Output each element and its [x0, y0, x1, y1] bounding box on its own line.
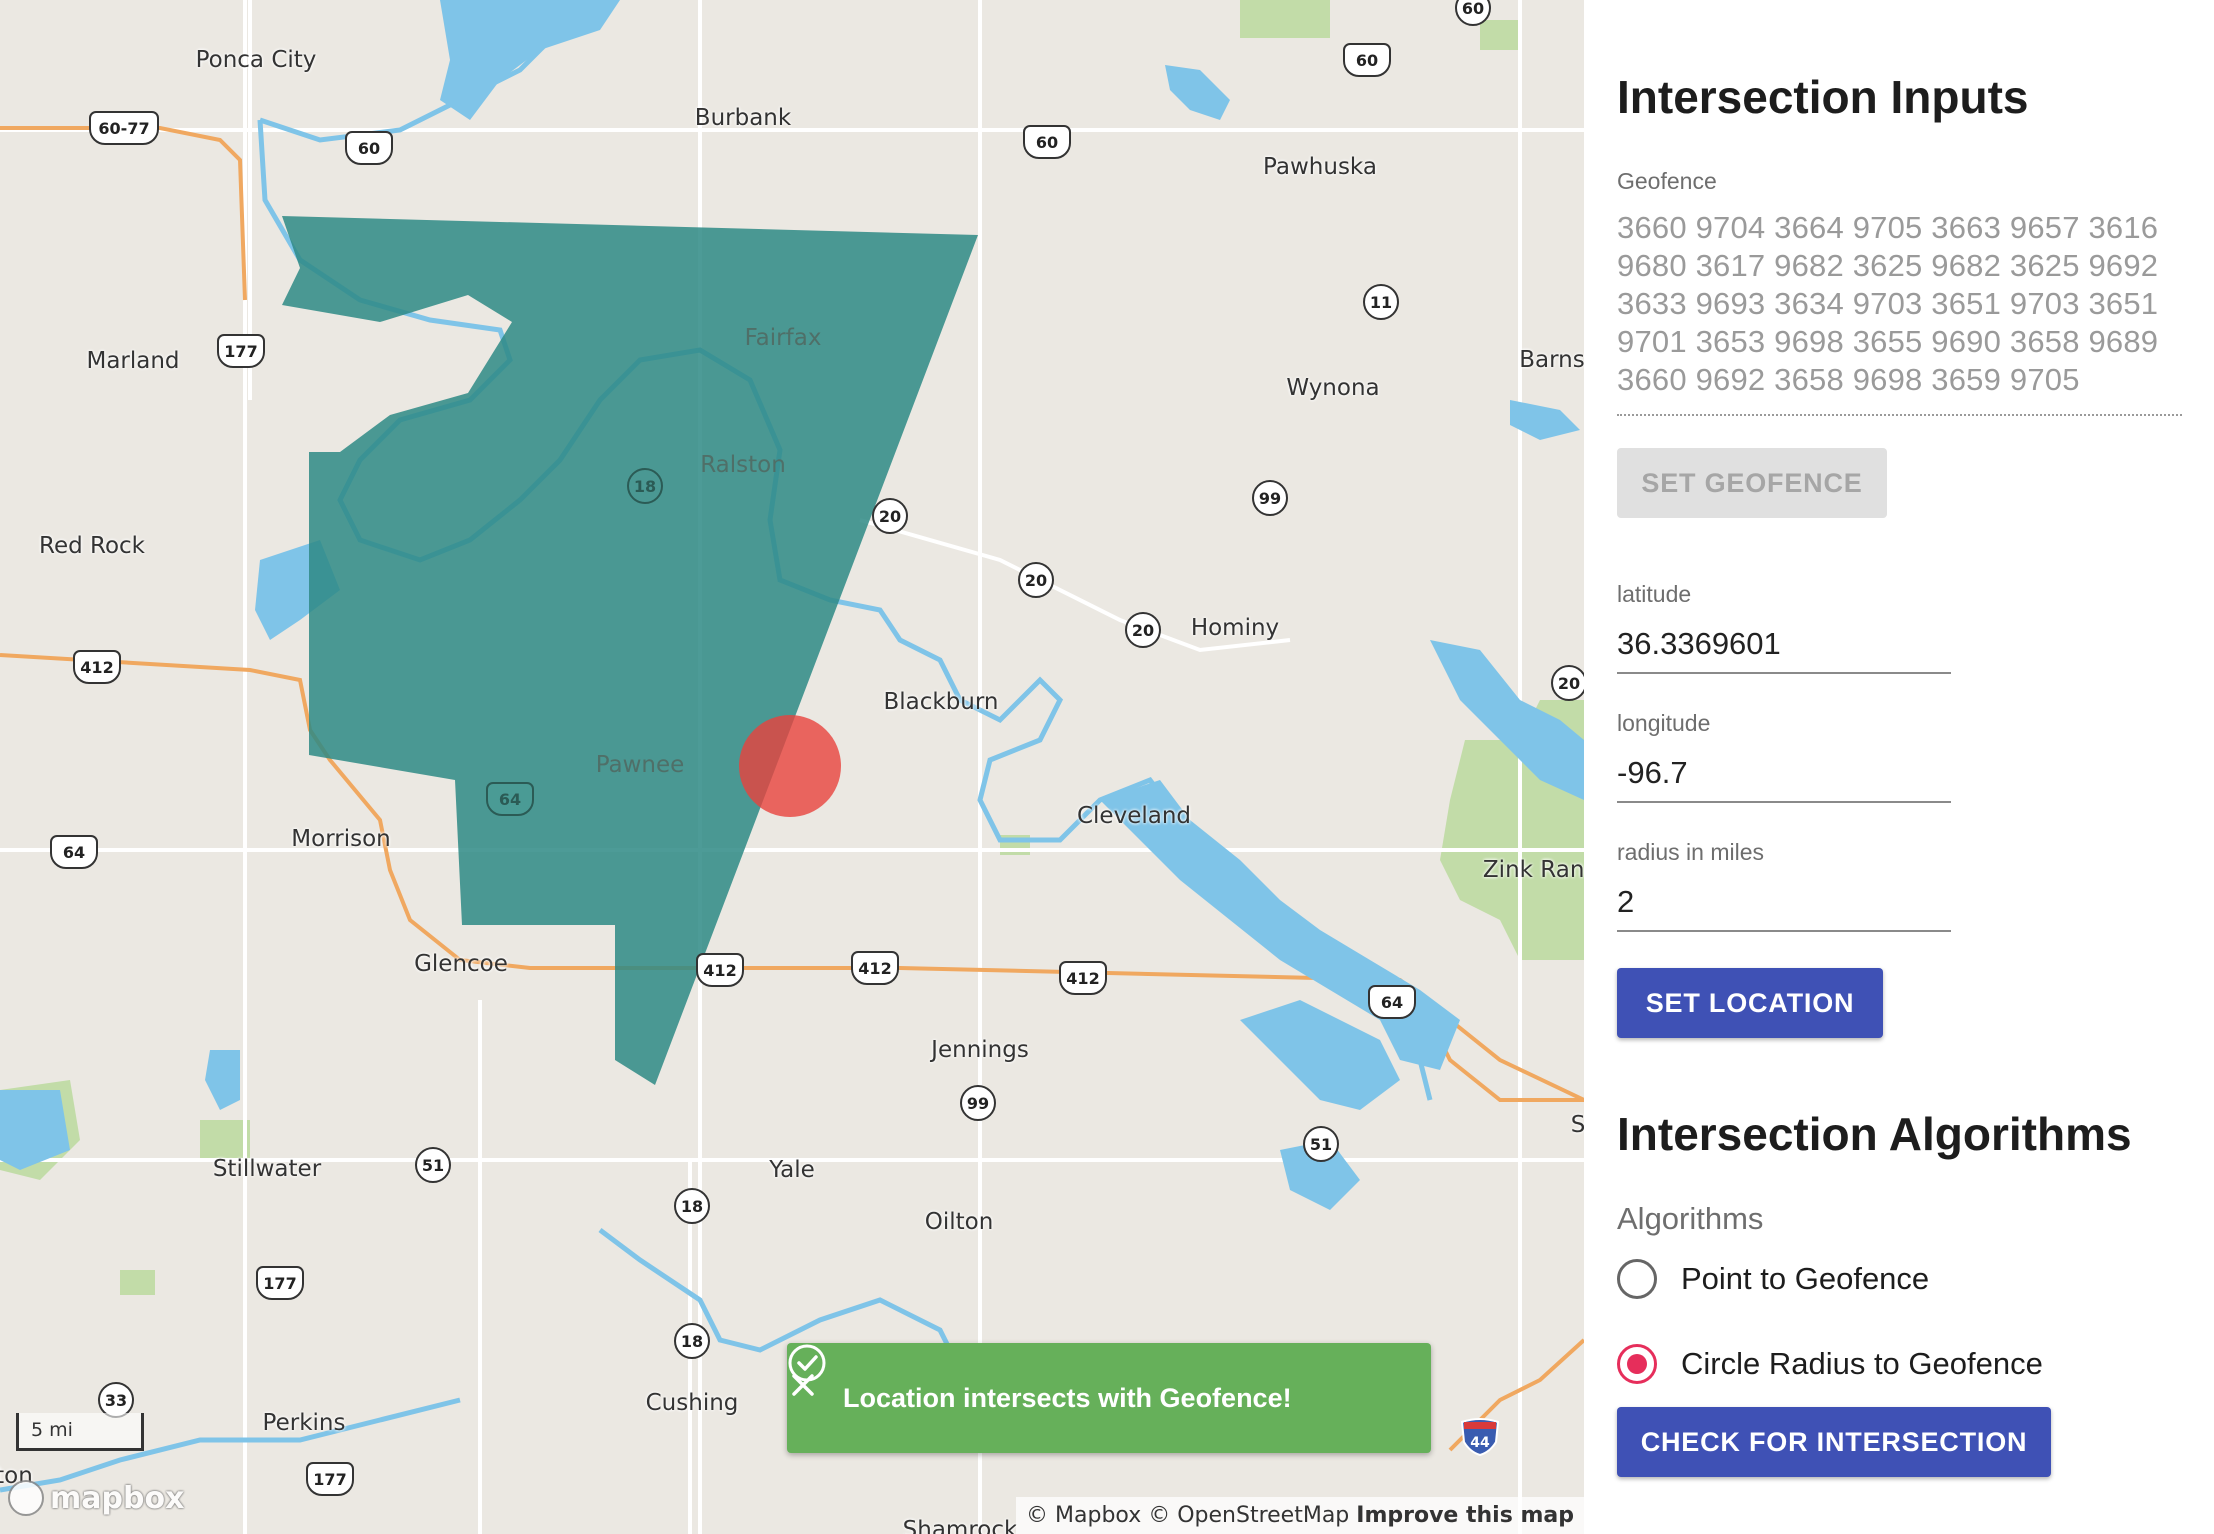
- place-label: Ralston: [700, 452, 786, 478]
- geofence-textarea[interactable]: 3660 9704 3664 9705 3663 9657 3616 9680 …: [1617, 209, 2182, 399]
- geofence-line: 9701 3653 9698 3655 9690 3658 9689: [1617, 324, 2159, 359]
- improve-map-link[interactable]: Improve this map: [1356, 1503, 1574, 1528]
- map[interactable]: Ponca City Burbank Pawhuska Marland Fair…: [0, 0, 1584, 1534]
- place-label: Jennings: [931, 1037, 1029, 1063]
- place-label: Glencoe: [414, 951, 508, 977]
- route-shield: 60: [1023, 125, 1071, 159]
- place-label: Marland: [86, 348, 180, 374]
- radio-label: Point to Geofence: [1681, 1261, 1930, 1296]
- latitude-field[interactable]: [1617, 626, 1951, 674]
- route-shield: 412: [851, 951, 899, 985]
- route-shield: 18: [627, 468, 663, 504]
- route-shield: 51: [1303, 1126, 1339, 1162]
- radio-circle-radius-to-geofence[interactable]: Circle Radius to Geofence: [1617, 1342, 2043, 1386]
- route-shield: 99: [1252, 480, 1288, 516]
- set-location-button[interactable]: SET LOCATION: [1617, 968, 1883, 1038]
- map-canvas: [0, 0, 1584, 1534]
- geofence-line: 3660 9692 3658 9698 3659 9705: [1617, 362, 2080, 397]
- route-shield: 177: [256, 1266, 304, 1300]
- radius-field[interactable]: [1617, 884, 1951, 932]
- geofence-line: 9680 3617 9682 3625 9682 3625 9692: [1617, 248, 2159, 283]
- radius-label: radius in miles: [1617, 839, 1764, 865]
- interstate-number: 44: [1470, 1435, 1490, 1451]
- radio-button-selected[interactable]: [1617, 1344, 1657, 1384]
- place-label: Zink Ranc: [1482, 857, 1584, 883]
- route-shield: 64: [50, 835, 98, 869]
- side-panel: Intersection Inputs Geofence 3660 9704 3…: [1584, 0, 2214, 1534]
- place-label: Red Rock: [39, 533, 145, 559]
- attribution-mapbox-link[interactable]: © Mapbox: [1026, 1503, 1141, 1528]
- route-shield: 64: [486, 782, 534, 816]
- interstate-shield: 44: [1460, 1418, 1500, 1456]
- intersection-toast: Location intersects with Geofence!: [787, 1343, 1431, 1453]
- scale-label: 5 mi: [31, 1419, 73, 1441]
- toast-message: Location intersects with Geofence!: [843, 1382, 1292, 1413]
- place-label: Yale: [769, 1157, 815, 1183]
- mapbox-logo-icon: [8, 1480, 44, 1516]
- place-label: Morrison: [291, 826, 391, 852]
- place-label: Cleveland: [1076, 803, 1192, 829]
- route-shield: 18: [674, 1323, 710, 1359]
- geofence-underline: [1617, 414, 2182, 416]
- mapbox-logo: mapbox: [8, 1478, 184, 1518]
- geofence-label: Geofence: [1617, 168, 1717, 194]
- route-shield: 18: [674, 1188, 710, 1224]
- algorithms-heading: Intersection Algorithms: [1617, 1108, 2132, 1160]
- map-attribution: © Mapbox © OpenStreetMap Improve this ma…: [1016, 1497, 1584, 1534]
- place-label: Shamrock: [902, 1517, 1018, 1534]
- scale-bar: 5 mi: [16, 1413, 144, 1451]
- place-label: Barns: [1519, 347, 1584, 373]
- longitude-label: longitude: [1617, 710, 1711, 736]
- place-label: Blackburn: [883, 689, 999, 715]
- route-shield: 20: [872, 498, 908, 534]
- route-shield: 20: [1018, 562, 1054, 598]
- route-shield: 99: [960, 1085, 996, 1121]
- geofence-line: 3660 9704 3664 9705 3663 9657 3616: [1617, 210, 2159, 245]
- route-shield: 60-77: [89, 111, 159, 145]
- algorithms-label: Algorithms: [1617, 1201, 1764, 1236]
- radio-label: Circle Radius to Geofence: [1681, 1346, 2043, 1381]
- radio-point-to-geofence[interactable]: Point to Geofence: [1617, 1257, 1929, 1301]
- route-shield: 177: [217, 334, 265, 368]
- place-label: Ponca City: [195, 47, 317, 73]
- place-label: Pawnee: [595, 752, 685, 778]
- place-label: Burbank: [694, 105, 792, 131]
- route-shield: 412: [73, 650, 121, 684]
- place-label: Wynona: [1286, 375, 1380, 401]
- route-shield: 412: [1059, 961, 1107, 995]
- route-shield: 177: [306, 1462, 354, 1496]
- route-shield: 11: [1363, 284, 1399, 320]
- route-shield: 20: [1551, 665, 1584, 701]
- radio-selected-dot: [1627, 1354, 1647, 1374]
- place-label: Stillwater: [212, 1156, 322, 1182]
- inputs-heading: Intersection Inputs: [1617, 71, 2029, 123]
- place-label: Pawhuska: [1263, 154, 1377, 180]
- geofence-line: 3633 9693 3634 9703 3651 9703 3651: [1617, 286, 2159, 321]
- place-label: Cushing: [645, 1390, 739, 1416]
- route-shield: 412: [696, 953, 744, 987]
- route-shield: 20: [1125, 612, 1161, 648]
- route-shield: 60: [1343, 43, 1391, 77]
- place-label: Perkins: [262, 1410, 346, 1436]
- route-shield: 60: [345, 131, 393, 165]
- place-label: S: [1570, 1112, 1584, 1138]
- attribution-osm-link[interactable]: © OpenStreetMap: [1148, 1503, 1349, 1528]
- longitude-field[interactable]: [1617, 755, 1951, 803]
- route-shield: 64: [1368, 985, 1416, 1019]
- close-icon[interactable]: [787, 1369, 819, 1401]
- place-label: Fairfax: [744, 325, 822, 351]
- radio-button[interactable]: [1617, 1259, 1657, 1299]
- latitude-label: latitude: [1617, 581, 1692, 607]
- set-geofence-button[interactable]: SET GEOFENCE: [1617, 448, 1887, 518]
- mapbox-logo-text: mapbox: [50, 1480, 185, 1516]
- place-label: Oilton: [924, 1209, 994, 1235]
- route-shield: 51: [415, 1147, 451, 1183]
- place-label: Hominy: [1190, 615, 1280, 641]
- location-circle[interactable]: [739, 715, 841, 817]
- check-intersection-button[interactable]: CHECK FOR INTERSECTION: [1617, 1407, 2051, 1477]
